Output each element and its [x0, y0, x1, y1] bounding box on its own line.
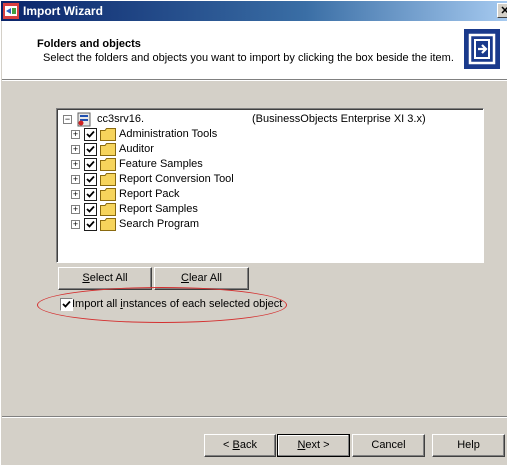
import-instances-label: Import all instances of each selected ob… [72, 298, 282, 310]
tree-item-label: Auditor [119, 143, 154, 155]
expand-icon[interactable]: + [71, 130, 80, 139]
page-title: Folders and objects [37, 38, 141, 50]
expand-icon[interactable]: + [71, 220, 80, 229]
item-checkbox[interactable] [84, 203, 97, 216]
wizard-arrow-icon [464, 29, 500, 69]
tree-item-label: Feature Samples [119, 158, 203, 170]
folder-icon [100, 128, 116, 141]
tree-root-product: (BusinessObjects Enterprise XI 3.x) [252, 113, 426, 125]
checkmark-icon [86, 205, 95, 213]
import-instances-label-pre: Import all [72, 298, 121, 310]
select-all-label: elect All [89, 272, 128, 284]
tree-item-label: Report Conversion Tool [119, 173, 234, 185]
folder-icon [100, 158, 116, 171]
import-wizard-icon [3, 3, 19, 19]
folder-icon [100, 173, 116, 186]
wizard-header: Folders and objects Select the folders a… [2, 21, 507, 80]
expand-icon[interactable]: + [71, 160, 80, 169]
footer-divider-highlight [2, 417, 507, 418]
item-checkbox[interactable] [84, 188, 97, 201]
checkmark-icon [86, 190, 95, 198]
item-checkbox[interactable] [84, 143, 97, 156]
checkmark-icon [62, 300, 71, 308]
page-subtitle: Select the folders and objects you want … [43, 52, 454, 64]
item-checkbox[interactable] [84, 218, 97, 231]
checkmark-icon [86, 220, 95, 228]
help-button[interactable]: Help [432, 434, 505, 457]
folder-icon [100, 203, 116, 216]
expand-icon[interactable]: + [71, 205, 80, 214]
next-button[interactable]: Next > [277, 434, 350, 457]
folder-icon [100, 218, 116, 231]
back-label-pre: < [223, 439, 233, 451]
checkmark-icon [86, 175, 95, 183]
checkmark-icon [86, 130, 95, 138]
import-wizard-window: Import Wizard ✕ Folders and objects Sele… [0, 0, 507, 465]
tree-root-label: cc3srv16. [97, 113, 145, 125]
tree-item-label: Administration Tools [119, 128, 218, 140]
window-title: Import Wizard [23, 4, 103, 18]
header-divider [2, 80, 507, 81]
back-accel: B [232, 439, 240, 451]
select-all-button[interactable]: Select All [58, 267, 152, 290]
checkmark-icon [86, 145, 95, 153]
item-checkbox[interactable] [84, 173, 97, 186]
collapse-icon[interactable]: − [63, 115, 72, 124]
import-instances-label-post: nstances of each selected object [122, 298, 283, 310]
select-all-accel: S [82, 272, 90, 284]
expand-icon[interactable]: + [71, 175, 80, 184]
back-label: ack [239, 439, 257, 451]
back-button[interactable]: < Back [204, 434, 276, 457]
tree-item-label: Report Pack [119, 188, 180, 200]
cancel-button[interactable]: Cancel [352, 434, 425, 457]
folder-icon [100, 188, 116, 201]
expand-icon[interactable]: + [71, 145, 80, 154]
title-bar[interactable]: Import Wizard ✕ [1, 1, 507, 21]
server-icon [77, 112, 91, 127]
checkmark-icon [86, 160, 95, 168]
folders-tree[interactable]: − cc3srv16. (BusinessObjects Enterprise … [56, 108, 484, 263]
expand-icon[interactable]: + [71, 190, 80, 199]
clear-all-label: lear All [188, 272, 222, 284]
tree-item-label: Search Program [119, 218, 200, 230]
next-label: ext > [305, 439, 330, 451]
clear-all-button[interactable]: Clear All [154, 267, 249, 290]
clear-all-accel: C [181, 272, 189, 284]
folder-icon [100, 143, 116, 156]
tree-item-label: Report Samples [119, 203, 198, 215]
close-button[interactable]: ✕ [497, 3, 507, 18]
item-checkbox[interactable] [84, 128, 97, 141]
item-checkbox[interactable] [84, 158, 97, 171]
